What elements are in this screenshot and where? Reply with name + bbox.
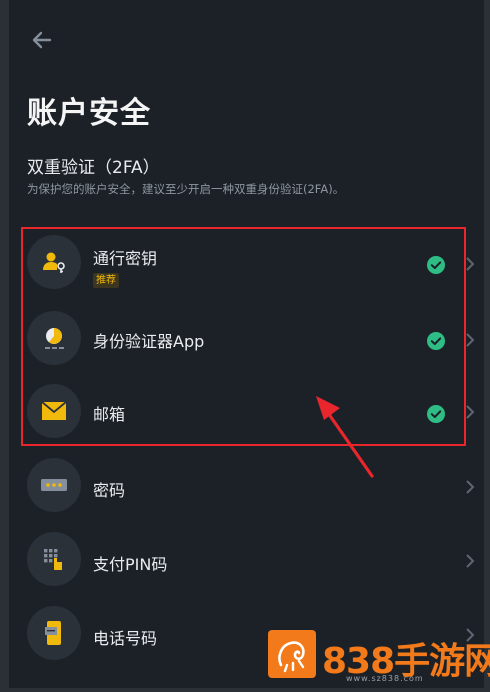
security-item-password[interactable]: 密码 <box>27 456 490 518</box>
pin-icon <box>27 532 81 586</box>
security-item-email[interactable]: 邮箱 <box>27 382 490 444</box>
authenticator-icon <box>27 311 81 365</box>
frame-left-border <box>0 0 9 692</box>
security-item-label: 支付PIN码 <box>93 555 168 574</box>
watermark-url: www.sz838.com <box>346 674 424 683</box>
security-item-label: 电话号码 <box>93 629 158 648</box>
watermark: 838手游网 www.sz838.com <box>268 630 490 690</box>
section-description: 为保护您的账户安全，建议至少开启一种双重身份验证(2FA)。 <box>27 182 345 196</box>
check-circle-icon <box>427 405 445 423</box>
page-title: 账户安全 <box>27 96 151 131</box>
check-circle-icon <box>427 256 445 274</box>
security-item-passkey[interactable]: 通行密钥 推荐 <box>27 233 490 295</box>
email-icon <box>27 384 81 438</box>
section-title: 双重验证（2FA） <box>27 158 160 178</box>
arrow-left-icon <box>32 31 52 49</box>
chevron-right-icon <box>466 405 475 419</box>
check-circle-icon <box>427 332 445 350</box>
back-button[interactable] <box>28 26 56 54</box>
security-item-pin[interactable]: 支付PIN码 <box>27 530 490 592</box>
chevron-right-icon <box>466 480 475 494</box>
security-item-label: 密码 <box>93 481 126 500</box>
security-item-label: 通行密钥 <box>93 249 158 268</box>
watermark-logo-icon <box>268 630 316 678</box>
chevron-right-icon <box>466 554 475 568</box>
password-icon <box>27 458 81 512</box>
passkey-icon <box>27 235 81 289</box>
recommended-badge: 推荐 <box>93 273 119 288</box>
phone-icon <box>27 606 81 660</box>
chevron-right-icon <box>466 257 475 271</box>
security-item-label: 身份验证器App <box>93 332 205 351</box>
chevron-right-icon <box>466 333 475 347</box>
security-item-authenticator[interactable]: 身份验证器App <box>27 309 490 371</box>
security-item-label: 邮箱 <box>93 405 126 424</box>
